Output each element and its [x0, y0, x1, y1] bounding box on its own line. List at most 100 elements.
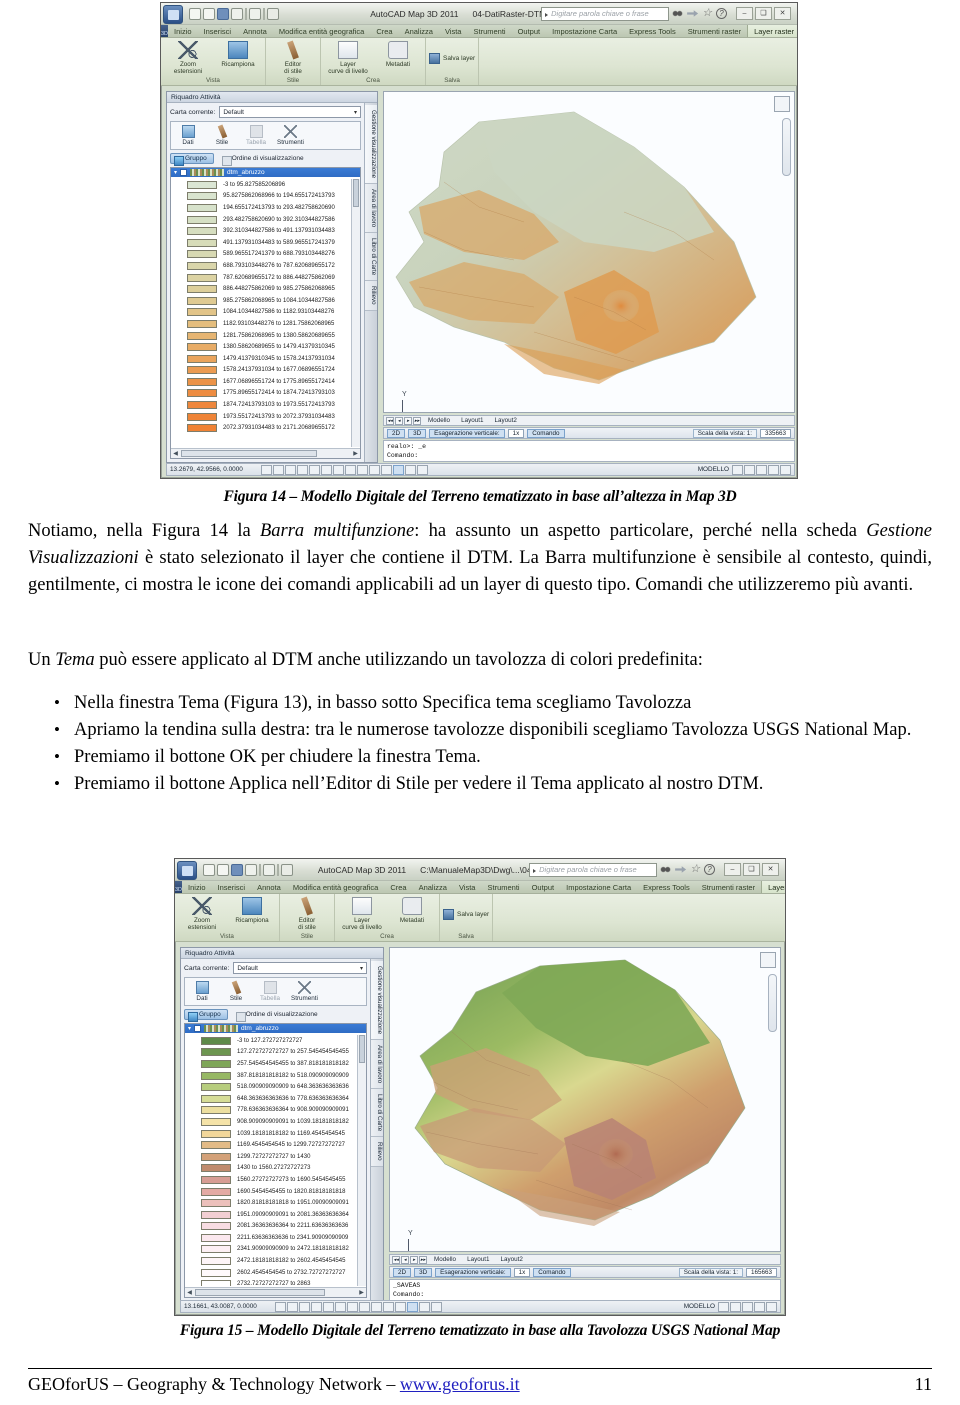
legend-row[interactable]: 2472.18181818182 to 2602.4545454545	[185, 1255, 366, 1267]
fullscreen-icon[interactable]	[780, 464, 791, 475]
tab-modifica-entita-geografica[interactable]: Modifica entità geografica	[287, 881, 384, 893]
tab-crea[interactable]: Crea	[384, 881, 412, 893]
tab-strumenti[interactable]: Strumenti	[481, 881, 525, 893]
legend-row[interactable]: 1874.72413793103 to 1973.55172413793	[171, 399, 360, 411]
key-icon[interactable]	[675, 866, 687, 873]
scroll-left-arrow[interactable]: ◀	[171, 450, 180, 457]
legend-row[interactable]: 1084.10344827586 to 1182.93103448276	[171, 307, 360, 319]
tab-output[interactable]: Output	[512, 25, 547, 37]
legend-row[interactable]: 908.909090909091 to 1039.18181818182	[185, 1116, 366, 1128]
legend-row[interactable]: 518.090909090909 to 648.363636363636	[185, 1081, 366, 1093]
drawing-canvas-1[interactable]: Y	[383, 91, 795, 413]
maximize-button[interactable]: ❑	[755, 7, 772, 20]
lock-icon[interactable]	[742, 1301, 753, 1312]
zoom-estensioni-button[interactable]: Zoom estensioni	[178, 896, 226, 931]
legend-vscrollbar-2[interactable]	[357, 1035, 366, 1286]
clean-screen-icon[interactable]	[768, 464, 779, 475]
help-icon[interactable]: ?	[716, 8, 727, 19]
prev-layout-icon[interactable]: ◂	[395, 416, 403, 425]
legend-row[interactable]: 257.545454545455 to 387.818181818182	[185, 1058, 366, 1070]
model-space-label[interactable]: MODELLO	[684, 1303, 715, 1310]
dyn-icon[interactable]	[357, 464, 368, 475]
close-button[interactable]: ✕	[762, 863, 779, 876]
mode-3d-button[interactable]: 3D	[408, 428, 427, 438]
legend-row[interactable]: 1560.27272727273 to 1690.5454545455	[185, 1174, 366, 1186]
legend-row[interactable]: 392.310344827586 to 491.137931034483	[171, 225, 360, 237]
scroll-right-arrow[interactable]: ▶	[351, 450, 360, 457]
new-icon[interactable]	[203, 863, 215, 876]
redo-icon[interactable]	[263, 863, 275, 876]
redo-icon[interactable]	[249, 7, 261, 20]
last-layout-icon[interactable]: ▸▸	[413, 416, 421, 425]
tabella-tool[interactable]: Tabella	[243, 125, 269, 146]
legend-row[interactable]: 387.818181818182 to 518.090909090909	[185, 1070, 366, 1082]
current-map-select[interactable]: Default ▾	[219, 106, 361, 118]
comando-button[interactable]: Comando	[533, 1267, 571, 1277]
legend-row[interactable]: 1973.55172413793 to 2072.37931034483	[171, 411, 360, 423]
tab-crea[interactable]: Crea	[370, 25, 398, 37]
key-icon[interactable]	[687, 10, 699, 17]
tab-inizio[interactable]: Inizio	[168, 25, 198, 37]
mode-3d-button[interactable]: 3D	[414, 1267, 433, 1277]
infer-constraints-icon[interactable]	[275, 1301, 286, 1312]
layer-checkbox[interactable]	[180, 169, 188, 176]
selectioncycling-icon[interactable]	[419, 1301, 430, 1312]
legend-row[interactable]: 886.448275862069 to 985.275862068965	[171, 283, 360, 295]
tab-layer-raster[interactable]: Layer raster	[747, 25, 797, 37]
save-icon[interactable]	[217, 7, 229, 20]
tab-modifica-entita-geografica[interactable]: Modifica entità geografica	[273, 25, 370, 37]
tab-strumenti[interactable]: Strumenti	[467, 25, 511, 37]
print-icon[interactable]	[267, 7, 279, 20]
tab-express-tools[interactable]: Express Tools	[623, 25, 682, 37]
vtab-gestione-visualizzazione[interactable]: Gestione visualizzazione	[371, 961, 383, 1041]
metadati-button[interactable]: Metadati	[374, 40, 422, 68]
legend-row[interactable]: -3 to 127.272727272727	[185, 1035, 366, 1047]
tab-impostazione-carta[interactable]: Impostazione Carta	[560, 881, 637, 893]
open-icon[interactable]	[203, 7, 215, 20]
legend-row[interactable]: 1479.41379310345 to 1578.24137931034	[171, 353, 360, 365]
layout-tab-layout2[interactable]: Layout2	[496, 1256, 526, 1263]
ducs-icon[interactable]	[345, 464, 356, 475]
expand-icon[interactable]: ▾	[174, 169, 177, 176]
layout-nav-buttons[interactable]: ◂◂ ◂ ▸ ▸▸	[386, 416, 421, 425]
grid-icon[interactable]	[299, 1301, 310, 1312]
legend-row[interactable]: 2211.63636363636 to 2341.90909090909	[185, 1232, 366, 1244]
editor-di-stile-button[interactable]: Editor di stile	[269, 40, 317, 75]
legend-row[interactable]: 589.965517241379 to 688.793103448276	[171, 249, 360, 261]
mode-2d-button[interactable]: 2D	[393, 1267, 412, 1277]
new-icon[interactable]	[189, 7, 201, 20]
tabella-tool[interactable]: Tabella	[257, 981, 283, 1002]
vtab-area-di-lavoro[interactable]: Area di lavoro	[365, 184, 377, 234]
tab-output[interactable]: Output	[526, 881, 561, 893]
coordinates-readout[interactable]: 13.1661, 43.0087, 0.0000	[184, 1303, 272, 1310]
legend-hscrollbar-1[interactable]: ◀ ▶	[171, 448, 360, 458]
legend-row[interactable]: 1169.4545454545 to 1299.72727272727	[185, 1139, 366, 1151]
first-layout-icon[interactable]: ◂◂	[386, 416, 394, 425]
next-layout-icon[interactable]: ▸	[404, 416, 412, 425]
legend-row[interactable]: 491.137931034483 to 589.965517241379	[171, 237, 360, 249]
tab-inizio[interactable]: Inizio	[182, 881, 212, 893]
scroll-thumb[interactable]	[359, 1035, 365, 1063]
view-scale-value[interactable]: 165663	[745, 1267, 777, 1277]
scroll-right-arrow[interactable]: ▶	[357, 1289, 366, 1296]
comando-button[interactable]: Comando	[527, 428, 565, 438]
star-icon[interactable]: ☆	[690, 864, 700, 875]
scroll-thumb[interactable]	[195, 1289, 326, 1296]
fullscreen-icon[interactable]	[766, 1301, 777, 1312]
legend-row[interactable]: 1775.89655172414 to 1874.72413793103	[171, 388, 360, 400]
binoculars-icon[interactable]	[672, 8, 684, 19]
vtab-libro-di-carte[interactable]: Libro di Carte	[365, 233, 377, 282]
print-icon[interactable]	[281, 863, 293, 876]
vtab-rilievo[interactable]: Rilievo	[371, 1137, 383, 1168]
gruppo-button[interactable]: Gruppo	[184, 1009, 228, 1022]
legend-row[interactable]: 1430 to 1560.27272727273	[185, 1163, 366, 1175]
layout-nav-buttons[interactable]: ◂◂ ◂ ▸ ▸▸	[392, 1255, 427, 1264]
legend-row[interactable]: 293.482758620690 to 392.310344827586	[171, 214, 360, 226]
application-menu-button[interactable]	[177, 860, 197, 880]
legend-row[interactable]: 985.275862068965 to 1084.10344827586	[171, 295, 360, 307]
polar-icon[interactable]	[323, 1301, 334, 1312]
layout-tab-modello[interactable]: Modello	[430, 1256, 460, 1263]
ricampiona-button[interactable]: Ricampiona	[228, 896, 276, 924]
legend-row[interactable]: 194.655172413793 to 293.482758620690	[171, 202, 360, 214]
legend-row[interactable]: 1578.24137931034 to 1677.06896551724	[171, 365, 360, 377]
